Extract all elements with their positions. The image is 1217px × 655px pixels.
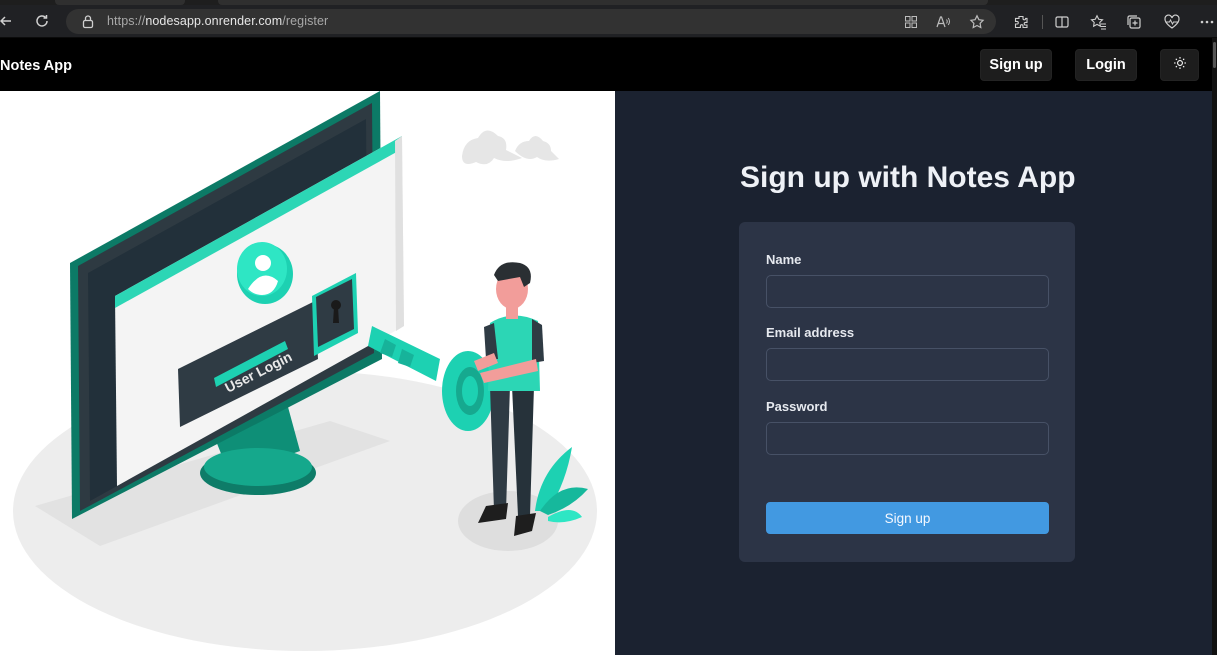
app-navbar: Notes App Sign up Login — [0, 38, 1217, 91]
signup-submit-button[interactable]: Sign up — [766, 502, 1049, 534]
register-panel: Sign up with Notes App Name Email addres… — [615, 91, 1212, 655]
toolbar-separator — [1042, 15, 1043, 29]
favorite-star-icon[interactable] — [968, 13, 986, 31]
split-screen-icon[interactable] — [1051, 11, 1073, 33]
email-input[interactable] — [766, 348, 1049, 381]
navbar-login-button[interactable]: Login — [1075, 49, 1137, 81]
theme-toggle-button[interactable] — [1160, 49, 1199, 81]
sun-icon — [1173, 56, 1187, 74]
extensions-icon[interactable] — [1010, 11, 1032, 33]
read-aloud-icon[interactable] — [934, 13, 952, 31]
name-input[interactable] — [766, 275, 1049, 308]
user-login-illustration: User Login — [13, 91, 597, 651]
address-url: https://nodesapp.onrender.com/register — [107, 14, 329, 28]
register-form-card: Name Email address Password Sign up — [739, 222, 1075, 562]
page-scrollbar[interactable] — [1212, 38, 1217, 655]
lock-icon[interactable] — [81, 14, 95, 29]
back-icon[interactable] — [0, 9, 18, 33]
reload-icon[interactable] — [30, 9, 54, 33]
name-label: Name — [766, 252, 802, 267]
apps-icon[interactable] — [902, 13, 920, 31]
password-input[interactable] — [766, 422, 1049, 455]
favorites-icon[interactable] — [1087, 11, 1109, 33]
password-label: Password — [766, 399, 828, 414]
illustration-panel: User Login — [0, 91, 615, 655]
email-label: Email address — [766, 325, 855, 340]
collections-icon[interactable] — [1123, 11, 1145, 33]
navbar-brand[interactable]: Notes App — [0, 58, 72, 74]
health-heart-icon[interactable] — [1161, 11, 1183, 33]
navbar-signup-button[interactable]: Sign up — [980, 49, 1052, 81]
address-bar[interactable]: https://nodesapp.onrender.com/register — [66, 9, 996, 34]
more-icon[interactable] — [1196, 11, 1217, 33]
browser-toolbar: https://nodesapp.onrender.com/register — [0, 5, 1217, 38]
page-title: Sign up with Notes App — [740, 161, 1076, 194]
